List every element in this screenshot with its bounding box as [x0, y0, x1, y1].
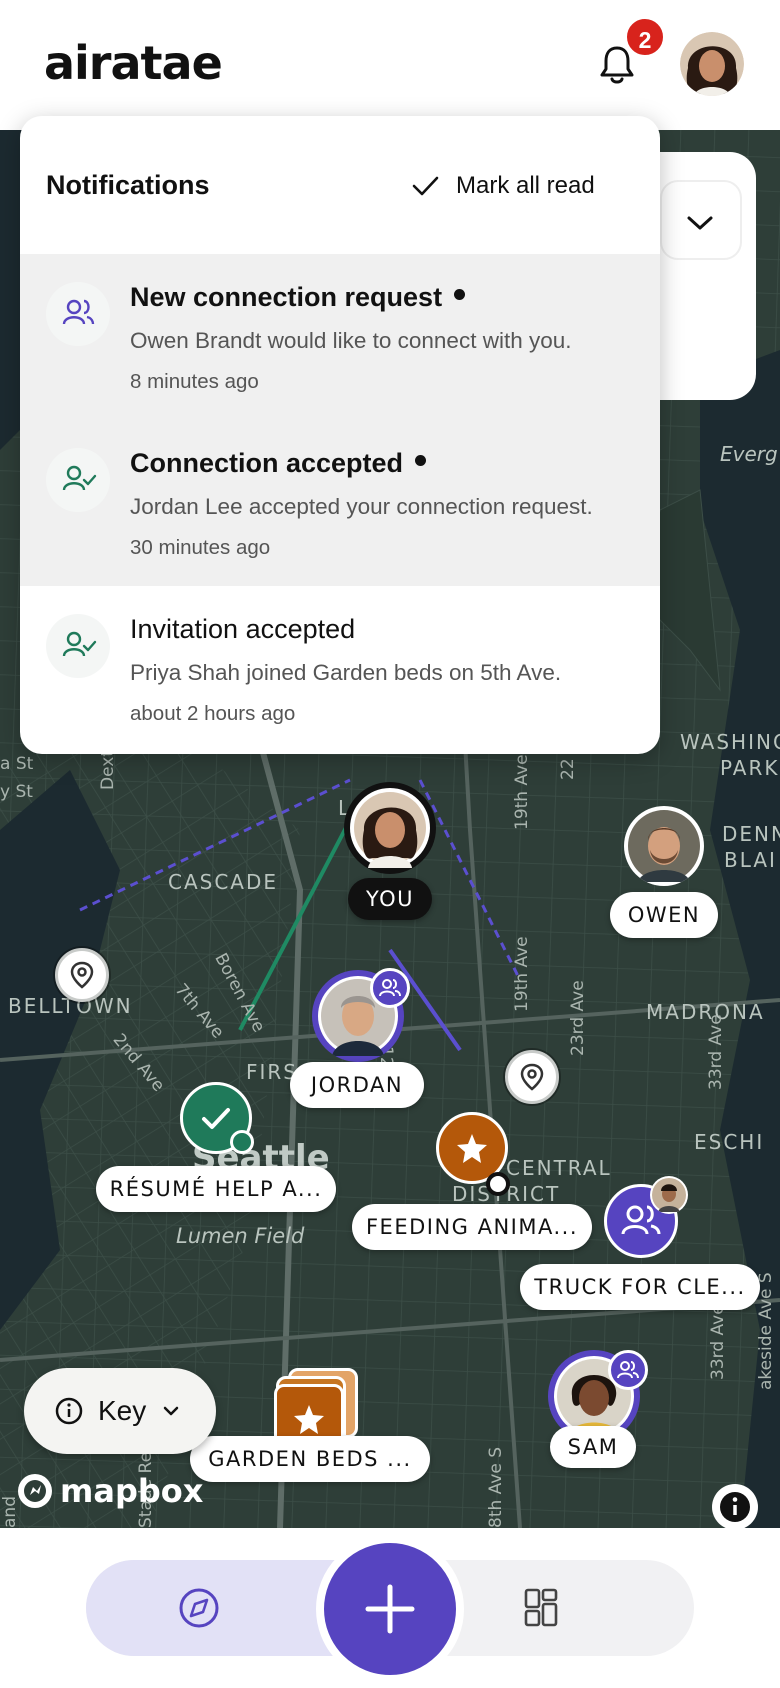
notification-title: New connection request [130, 282, 466, 313]
group-icon [370, 968, 410, 1008]
garden-beds-label: GARDEN BEDS ... [190, 1436, 430, 1482]
mapbox-attribution[interactable]: mapbox [16, 1472, 203, 1510]
you-avatar-pin[interactable] [344, 782, 436, 874]
owen-avatar-pin[interactable] [624, 806, 704, 886]
map-label-leschi: ESCHI [694, 1130, 765, 1154]
nav-grid-tab[interactable] [486, 1560, 694, 1656]
user-check-icon [46, 614, 110, 678]
notification-time: 8 minutes ago [130, 370, 259, 393]
location-pin-icon[interactable] [55, 948, 109, 1002]
filter-dropdown[interactable] [660, 180, 742, 260]
status-dot [230, 1130, 254, 1154]
notification-title: Connection accepted [130, 448, 427, 479]
resume-help-label: RÉSUMÉ HELP A... [96, 1166, 336, 1212]
check-icon [412, 176, 439, 196]
map-label-park: PARK [720, 756, 780, 780]
info-icon [55, 1397, 83, 1425]
notification-body: Owen Brandt would like to connect with y… [130, 328, 572, 353]
map-label-washington: WASHING [680, 730, 780, 754]
chevron-down-icon [687, 216, 713, 230]
notification-time: about 2 hours ago [130, 702, 296, 725]
owen-avatar [628, 810, 700, 882]
you-label: YOU [348, 878, 432, 920]
street-label: 8th Ave S [486, 1446, 506, 1528]
street-label: 23rd Ave [568, 980, 588, 1056]
map-label-evergreen: Everg [720, 442, 778, 466]
user-avatar [680, 32, 744, 96]
you-avatar [350, 788, 430, 868]
jordan-label: JORDAN [290, 1062, 424, 1108]
notifications-header: Notifications Mark all read [20, 116, 660, 254]
sam-label: SAM [550, 1426, 636, 1468]
street-label: 19th Ave [512, 936, 532, 1012]
group-icon [608, 1350, 648, 1390]
notification-item[interactable]: New connection request Owen Brandt would… [20, 254, 660, 420]
notification-title: Invitation accepted [130, 614, 356, 644]
notification-count-badge: 2 [624, 16, 666, 58]
notifications-panel: Notifications Mark all read New connecti… [20, 116, 660, 754]
street-label: a St [0, 754, 34, 774]
star-icon [457, 1134, 487, 1163]
mapbox-text: mapbox [60, 1472, 204, 1510]
mark-all-read-label: Mark all read [456, 172, 595, 199]
member-avatar [650, 1176, 688, 1214]
app-screen: CASCADE BELLTOWN MADRONA L FIRS CENTRAL … [0, 0, 780, 1688]
street-label: 22 [558, 758, 578, 780]
feeding-animals-label: FEEDING ANIMA... [352, 1204, 592, 1250]
add-button[interactable] [316, 1535, 464, 1683]
unread-dot [415, 455, 427, 466]
plus-icon [365, 1584, 415, 1634]
truck-label: TRUCK FOR CLE... [520, 1264, 760, 1310]
map-label-lumen: Lumen Field [176, 1224, 305, 1248]
mapbox-logo-icon [18, 1474, 52, 1508]
app-header: airatae 2 [0, 0, 780, 130]
people-icon [46, 282, 110, 346]
notification-body: Jordan Lee accepted your connection requ… [130, 494, 593, 519]
status-dot [486, 1172, 510, 1196]
key-label: Key [98, 1395, 147, 1426]
map-label-cascade: CASCADE [168, 870, 279, 894]
user-check-icon [46, 448, 110, 512]
map-label-central: CENTRAL [506, 1156, 612, 1180]
notification-body: Priya Shah joined Garden beds on 5th Ave… [130, 660, 562, 685]
street-label: 19th Ave [512, 754, 532, 830]
notification-item[interactable]: Invitation accepted Priya Shah joined Ga… [20, 586, 660, 752]
map-info-button[interactable] [712, 1484, 758, 1528]
unread-dot [454, 289, 466, 300]
mark-all-read-button[interactable]: Mark all read [410, 168, 595, 204]
profile-avatar[interactable] [680, 32, 744, 96]
owen-label: OWEN [610, 892, 718, 938]
chevron-down-icon [164, 1406, 179, 1416]
street-label: 33rd Ave [706, 1014, 726, 1090]
map-label-denny: DENN [722, 822, 780, 846]
app-logo[interactable]: airatae [44, 36, 223, 90]
grid-icon [524, 1588, 558, 1627]
street-label: y St [0, 782, 33, 802]
notification-time: 30 minutes ago [130, 536, 271, 559]
info-icon [720, 1492, 750, 1522]
notification-item[interactable]: Connection accepted Jordan Lee accepted … [20, 420, 660, 586]
notifications-title: Notifications [46, 170, 210, 200]
map-label-blaine: BLAI [724, 848, 777, 872]
key-button[interactable]: Key [24, 1368, 216, 1454]
location-pin-icon[interactable] [505, 1050, 559, 1104]
